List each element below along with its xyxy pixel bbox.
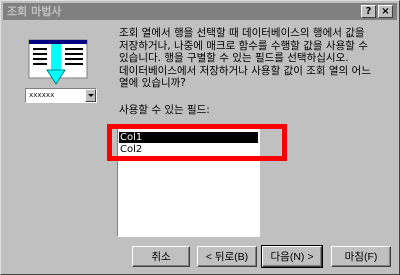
red-highlight-box bbox=[107, 124, 287, 161]
chevron-down-icon bbox=[85, 89, 96, 102]
close-button[interactable]: × bbox=[378, 5, 393, 18]
cancel-button[interactable]: 취소 bbox=[132, 246, 190, 267]
next-button[interactable]: 다음(N) > bbox=[261, 245, 323, 268]
close-icon: × bbox=[381, 6, 390, 17]
title-bar[interactable]: 조회 마법사 ? × bbox=[3, 3, 397, 20]
table-lookup-illustration-icon bbox=[25, 36, 105, 88]
help-button[interactable]: ? bbox=[361, 5, 376, 18]
finish-button[interactable]: 마침(F) bbox=[331, 246, 391, 267]
instructions-text: 조회 열에서 행을 선택할 때 데이터베이스의 행에서 값을 저장하거나, 나중… bbox=[119, 27, 371, 89]
lookup-wizard-dialog: 조회 마법사 ? × xxxxxx 조회 열에서 행을 선택할 때 데이터베이스… bbox=[0, 0, 400, 275]
combo-preview-value: xxxxxx bbox=[29, 91, 55, 99]
help-icon: ? bbox=[365, 6, 372, 17]
lookup-preview-combo: xxxxxx bbox=[25, 88, 97, 103]
back-button[interactable]: < 뒤로(B) bbox=[197, 246, 257, 267]
dialog-title: 조회 마법사 bbox=[7, 5, 62, 18]
available-fields-label: 사용할 수 있는 필드: bbox=[119, 104, 210, 116]
